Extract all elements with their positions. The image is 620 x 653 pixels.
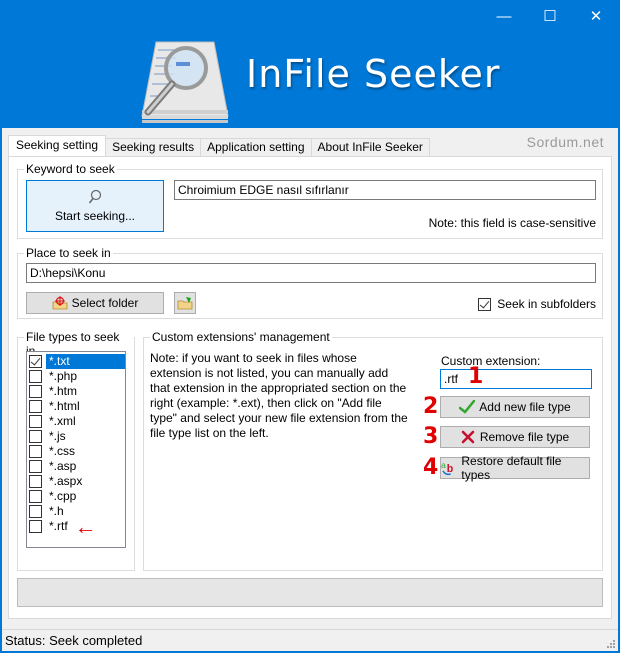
list-item[interactable]: *.xml	[29, 414, 125, 429]
case-sensitive-note: Note: this field is case-sensitive	[428, 216, 596, 230]
checkbox[interactable]	[29, 445, 42, 458]
path-input[interactable]: D:\hepsi\Konu	[26, 263, 596, 283]
checkbox[interactable]	[29, 385, 42, 398]
annotation-4: 4	[423, 455, 439, 480]
add-file-type-button[interactable]: Add new file type	[440, 396, 590, 418]
svg-text:b: b	[447, 463, 454, 475]
checkbox[interactable]	[29, 370, 42, 383]
resize-grip-icon[interactable]	[605, 638, 615, 648]
client-area: Seeking setting Seeking results Applicat…	[2, 128, 618, 651]
select-folder-label: Select folder	[71, 296, 139, 310]
keyword-legend: Keyword to seek	[24, 162, 117, 176]
list-item[interactable]: *.aspx	[29, 474, 125, 489]
checkbox[interactable]	[29, 430, 42, 443]
list-item-label: *.txt	[46, 354, 125, 369]
app-logo-icon	[141, 41, 229, 123]
tab-application-setting[interactable]: Application setting	[200, 138, 312, 156]
list-item-label: *.htm	[49, 384, 78, 398]
seek-subfolders-label: Seek in subfolders	[497, 297, 596, 311]
list-item[interactable]: *.js	[29, 429, 125, 444]
folder-open-icon	[177, 297, 193, 310]
close-button[interactable]: ✕	[573, 0, 619, 32]
custom-extension-label: Custom extension:	[441, 354, 541, 368]
keyword-input[interactable]: Chroimium EDGE nasıl sıfırlanır	[174, 180, 596, 200]
list-item-label: *.asp	[49, 459, 77, 473]
keyword-group: Keyword to seek Start seeking... Chroimi…	[17, 162, 603, 239]
remove-file-type-button[interactable]: Remove file type	[440, 426, 590, 448]
header-banner: — ☐ ✕ InFile Seeker	[0, 0, 620, 128]
restore-default-label: Restore default file types	[461, 454, 562, 482]
seeking-setting-panel: Keyword to seek Start seeking... Chroimi…	[8, 156, 612, 619]
list-item[interactable]: *.asp	[29, 459, 125, 474]
list-item-label: *.php	[49, 369, 78, 383]
custom-extension-input[interactable]: .rtf	[440, 369, 592, 389]
folder-target-icon	[52, 296, 68, 310]
svg-text:a: a	[441, 460, 446, 470]
restore-default-button[interactable]: a b Restore default file types	[440, 454, 590, 482]
checkbox[interactable]	[29, 520, 42, 533]
list-item[interactable]: *.css	[29, 444, 125, 459]
list-item[interactable]: *.txt	[29, 354, 125, 369]
place-group: Place to seek in D:\hepsi\Konu Select fo…	[17, 246, 603, 319]
annotation-1: 1	[468, 364, 484, 389]
file-types-list[interactable]: *.txt *.php *.htm *.html *.xml *.js *.cs…	[26, 351, 126, 548]
list-item-label: *.html	[49, 399, 80, 413]
tab-seeking-results[interactable]: Seeking results	[105, 138, 202, 156]
list-item[interactable]: *.htm	[29, 384, 125, 399]
list-item[interactable]: *.cpp	[29, 489, 125, 504]
status-text: Status: Seek completed	[5, 633, 143, 648]
app-title: InFile Seeker	[246, 52, 501, 96]
tab-about[interactable]: About InFile Seeker	[310, 138, 430, 156]
remove-file-type-label: Remove file type	[479, 430, 570, 444]
maximize-button[interactable]: ☐	[527, 0, 573, 32]
checkbox[interactable]	[29, 400, 42, 413]
list-item-label: *.rtf	[49, 519, 68, 533]
file-types-group: File types to seek in *.txt *.php *.htm …	[17, 330, 135, 571]
progress-bar	[17, 578, 603, 607]
start-seeking-button[interactable]: Start seeking...	[26, 180, 164, 232]
checkbox[interactable]	[29, 505, 42, 518]
custom-extensions-group: Custom extensions' management Note: if y…	[143, 330, 603, 571]
select-folder-button[interactable]: Select folder	[26, 292, 164, 314]
list-item-label: *.cpp	[49, 489, 77, 503]
red-arrow-icon: ←	[74, 514, 97, 539]
list-item[interactable]: *.html	[29, 399, 125, 414]
custom-extensions-note: Note: if you want to seek in files whose…	[150, 351, 408, 440]
spellcheck-ab-icon: a b	[441, 460, 454, 476]
x-icon	[461, 430, 475, 444]
add-file-type-label: Add new file type	[479, 400, 571, 414]
annotation-3: 3	[423, 424, 439, 449]
tab-bar: Seeking setting Seeking results Applicat…	[8, 135, 430, 156]
subfolders-check-icon[interactable]	[478, 297, 492, 311]
list-item-label: *.css	[49, 444, 76, 458]
open-folder-button[interactable]	[174, 292, 196, 314]
place-legend: Place to seek in	[24, 246, 113, 260]
checkbox[interactable]	[29, 355, 42, 368]
search-icon	[88, 189, 102, 204]
list-item[interactable]: *.php	[29, 369, 125, 384]
checkmark-icon	[459, 400, 476, 414]
checkbox[interactable]	[29, 490, 42, 503]
watermark: Sordum.net	[526, 134, 604, 150]
list-item[interactable]: *.rtf ←	[29, 514, 97, 539]
list-item-label: *.xml	[49, 414, 76, 428]
list-item-label: *.aspx	[49, 474, 83, 488]
checkbox[interactable]	[29, 475, 42, 488]
list-item-label: *.js	[49, 429, 66, 443]
annotation-2: 2	[423, 394, 439, 419]
seek-subfolders-checkbox[interactable]: Seek in subfolders	[478, 297, 596, 311]
checkbox[interactable]	[29, 460, 42, 473]
custom-extensions-legend: Custom extensions' management	[150, 330, 332, 344]
start-seeking-label: Start seeking...	[54, 209, 136, 223]
status-bar: Status: Seek completed	[2, 629, 618, 651]
app-window: — ☐ ✕ InFile Seeker Seeking setting Seek…	[0, 0, 620, 653]
checkbox[interactable]	[29, 415, 42, 428]
tab-seeking-setting[interactable]: Seeking setting	[8, 135, 107, 156]
minimize-button[interactable]: —	[481, 0, 527, 32]
